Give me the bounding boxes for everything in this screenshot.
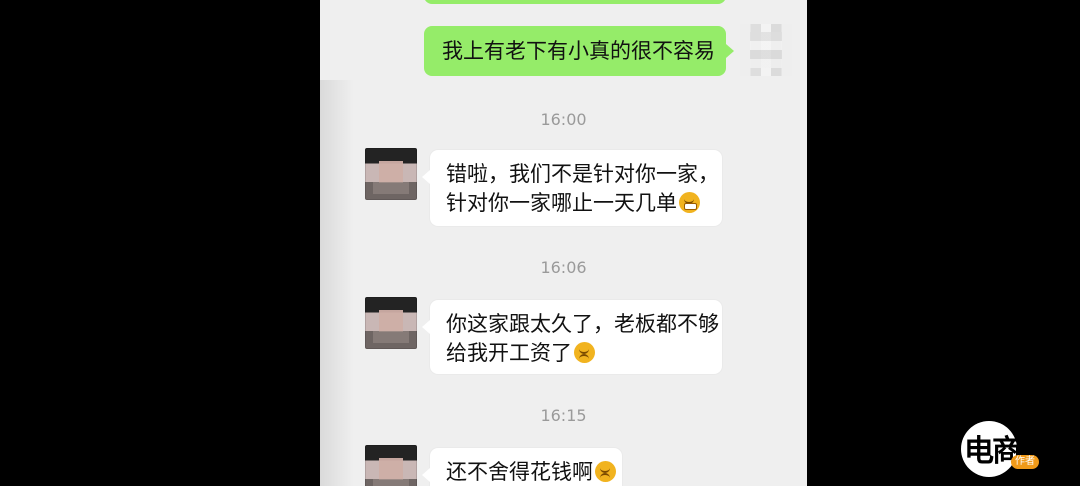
sweating-face-icon [595, 461, 616, 482]
message-line: 还不舍得花钱啊 [446, 457, 616, 486]
message-line-text: 还不舍得花钱啊 [446, 460, 593, 484]
publisher-watermark: 电商报 作者 [957, 418, 1050, 477]
sweating-face-icon [574, 342, 595, 363]
received-message-bubble[interactable]: 还不舍得花钱啊 [422, 448, 622, 486]
message-line-text: 给我开工资了 [446, 341, 572, 365]
contact-avatar[interactable] [365, 148, 417, 200]
message-line: 针对你一家哪止一天几单 [446, 188, 700, 218]
received-message-bubble[interactable]: 错啦，我们不是针对你一家， 针对你一家哪止一天几单 [422, 150, 722, 226]
self-avatar[interactable] [740, 24, 792, 76]
message-line: 你这家跟太久了，老板都不够 [446, 312, 719, 336]
self-message-text: 我上有老下有小真的很不容易 [442, 39, 715, 63]
contact-avatar[interactable] [365, 445, 417, 486]
received-message-bubble[interactable]: 你这家跟太久了，老板都不够 给我开工资了 [422, 300, 722, 374]
grinning-face-icon [679, 192, 700, 213]
timestamp: 16:00 [540, 110, 587, 129]
timestamp: 16:15 [540, 406, 587, 425]
message-line: 给我开工资了 [446, 338, 595, 368]
previous-self-message-bubble[interactable] [424, 0, 726, 4]
watermark-author-badge: 作者 [1011, 455, 1039, 469]
message-line-text: 针对你一家哪止一天几单 [446, 191, 677, 215]
screen-edge-shadow [320, 80, 354, 486]
chat-screen: 我上有老下有小真的很不容易 16:00 错啦，我们不是针对你一家， 针对你一家哪… [320, 0, 807, 486]
self-message-bubble[interactable]: 我上有老下有小真的很不容易 [424, 26, 726, 76]
message-line: 错啦，我们不是针对你一家， [446, 162, 719, 186]
contact-avatar[interactable] [365, 297, 417, 349]
self-bubble-tail [726, 44, 734, 58]
timestamp: 16:06 [540, 258, 587, 277]
